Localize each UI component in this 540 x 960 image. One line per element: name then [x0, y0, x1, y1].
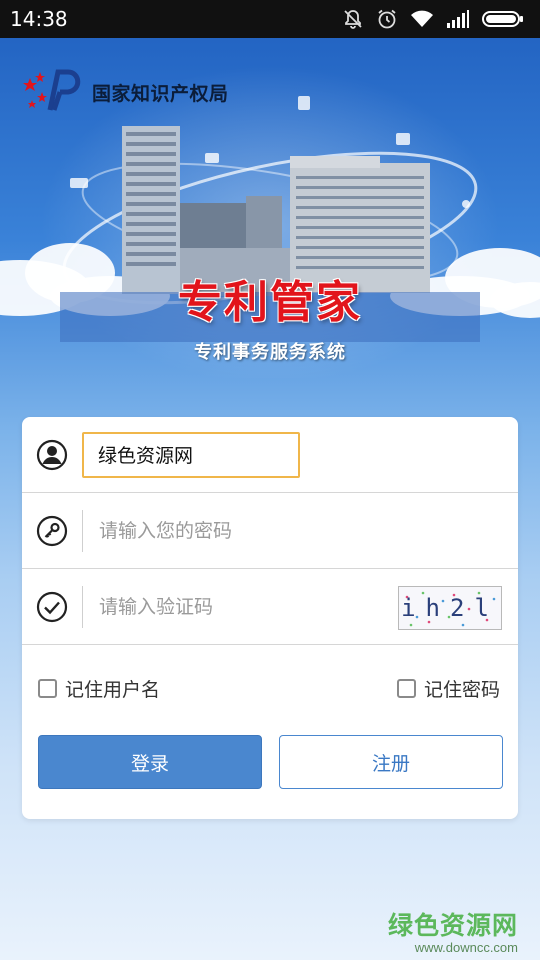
status-icons: [342, 8, 524, 30]
user-icon: [22, 439, 82, 471]
watermark-title: 绿色资源网: [387, 911, 518, 940]
status-time: 14:38: [10, 7, 68, 31]
watermark-url: www.downcc.com: [414, 940, 518, 955]
remember-username-label: 记住用户名: [65, 679, 161, 701]
status-bar: 14:38: [0, 0, 540, 38]
remember-username-checkbox[interactable]: 记住用户名: [38, 675, 160, 702]
row-separator: [82, 509, 83, 552]
row-separator: [82, 585, 83, 628]
mute-icon: [342, 8, 364, 30]
username-input[interactable]: [82, 431, 300, 478]
password-row: [22, 493, 518, 569]
logo-row: 国家知识产权局: [20, 68, 229, 116]
remember-options: 记住用户名 记住密码: [22, 675, 518, 709]
app-title: 专利管家: [178, 277, 362, 328]
remember-password-label: 记住密码: [423, 679, 500, 701]
captcha-image[interactable]: ih2l: [398, 586, 502, 630]
login-button[interactable]: 登录: [38, 735, 262, 789]
username-row: [22, 417, 518, 493]
check-circle-icon: [22, 591, 82, 623]
password-input[interactable]: [99, 519, 379, 542]
captcha-input[interactable]: [99, 595, 349, 618]
key-icon: [22, 515, 82, 547]
battery-icon: [482, 9, 524, 29]
signal-icon: [446, 9, 470, 29]
logo-text: 国家知识产权局: [92, 82, 229, 105]
captcha-row: ih2l: [22, 569, 518, 645]
hero-banner: 国家知识产权局 专利管家 专利事务服务系统: [0, 38, 540, 378]
remember-password-checkbox[interactable]: 记住密码: [396, 675, 500, 702]
wifi-icon: [410, 9, 434, 29]
captcha-text: ih2l: [401, 594, 499, 622]
login-card: ih2l 记住用户名 记住密码 登录 注册: [22, 417, 518, 819]
sipo-logo-icon: [20, 68, 86, 116]
app-subtitle: 专利事务服务系统: [194, 342, 346, 363]
register-button[interactable]: 注册: [279, 735, 503, 789]
checkbox-box[interactable]: [38, 679, 57, 698]
checkbox-box[interactable]: [396, 679, 416, 698]
alarm-icon: [376, 8, 398, 30]
watermark: 绿色资源网 www.downcc.com: [388, 906, 518, 955]
